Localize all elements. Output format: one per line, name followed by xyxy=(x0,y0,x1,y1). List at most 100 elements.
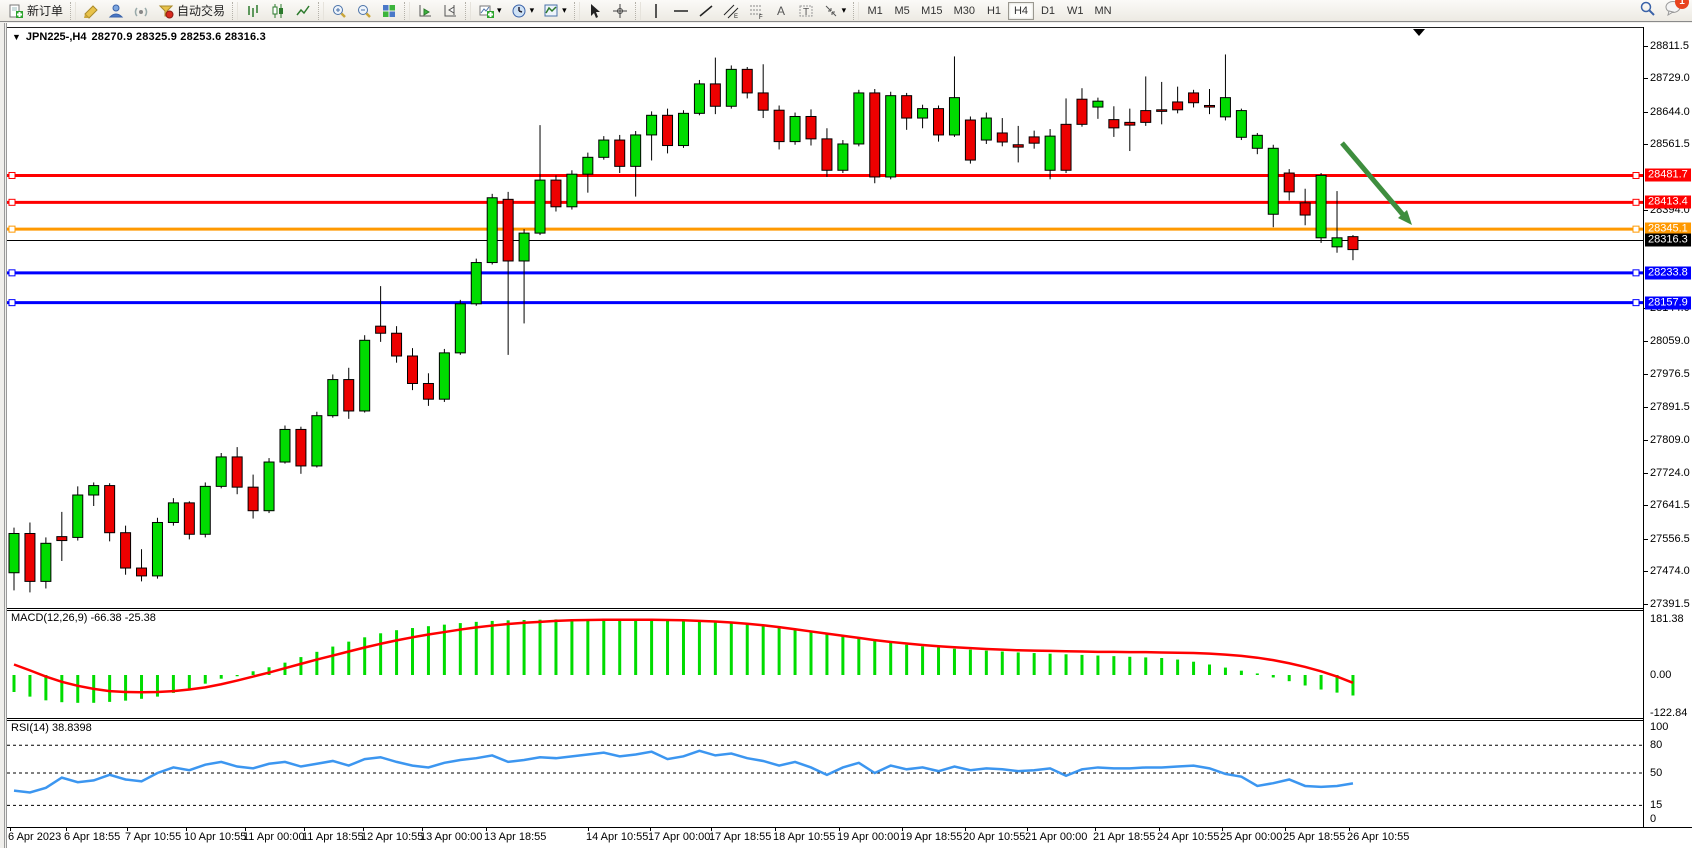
timeframe-w1-button[interactable]: W1 xyxy=(1062,2,1089,20)
signals-icon xyxy=(133,3,149,19)
auto-scroll-button[interactable] xyxy=(413,1,437,21)
price-tick-mark xyxy=(1643,407,1648,408)
time-axis-line xyxy=(7,827,1692,828)
vertical-line-button[interactable] xyxy=(644,1,668,21)
trendline-button[interactable] xyxy=(694,1,718,21)
periods-button[interactable]: ▾ xyxy=(507,1,539,21)
rsi-axis-label: 50 xyxy=(1650,767,1662,779)
new-order-button[interactable]: 新订单 xyxy=(4,1,67,21)
timeframe-d1-button[interactable]: D1 xyxy=(1035,2,1061,20)
macd-axis-label: 0.00 xyxy=(1650,669,1671,681)
timeframe-m1-button[interactable]: M1 xyxy=(862,2,888,20)
price-tick-label: 27809.0 xyxy=(1650,434,1690,446)
level-price-tag: 28316.3 xyxy=(1645,234,1691,247)
price-tick-mark xyxy=(1643,473,1648,474)
price-tick-label: 27641.5 xyxy=(1650,499,1690,511)
timeframe-mn-button[interactable]: MN xyxy=(1089,2,1116,20)
svg-text:T: T xyxy=(803,7,809,18)
macd-pane[interactable] xyxy=(7,610,1643,718)
price-tick-mark xyxy=(1643,440,1648,441)
price-tick-label: 28729.0 xyxy=(1650,72,1690,84)
level-price-tag: 28413.4 xyxy=(1645,196,1691,209)
label-button[interactable]: T xyxy=(794,1,818,21)
chart-shift-icon xyxy=(442,3,458,19)
chart-shift-button[interactable] xyxy=(438,1,462,21)
line-chart-icon xyxy=(295,3,311,19)
timeframe-toolbar: M1M5M15M30H1H4D1W1MN xyxy=(862,2,1116,20)
bar-chart-icon xyxy=(245,3,261,19)
label-icon: T xyxy=(798,3,814,19)
time-axis-label: 20 Apr 10:55 xyxy=(963,831,1025,843)
fibonacci-button[interactable]: F xyxy=(744,1,768,21)
tile-windows-button[interactable] xyxy=(377,1,401,21)
price-tick-mark xyxy=(1643,539,1648,540)
signals-button[interactable] xyxy=(129,1,153,21)
chat-unread-badge: 1 xyxy=(1675,0,1689,9)
time-axis-label: 11 Apr 18:55 xyxy=(302,831,364,843)
text-button[interactable]: A xyxy=(769,1,793,21)
price-tick-label: 27391.5 xyxy=(1650,598,1690,610)
zoom-out-button[interactable] xyxy=(352,1,376,21)
line-chart-button[interactable] xyxy=(291,1,315,21)
horizontal-line-button[interactable] xyxy=(669,1,693,21)
timeframe-h4-button[interactable]: H4 xyxy=(1008,2,1034,20)
autotrade-button[interactable]: 自动交易 xyxy=(154,1,229,21)
crosshair-button[interactable] xyxy=(608,1,632,21)
arrows-button[interactable]: ▾ xyxy=(819,1,851,21)
toolbar-separator xyxy=(70,2,76,20)
time-axis-label: 18 Apr 10:55 xyxy=(773,831,835,843)
price-tick-label: 27474.0 xyxy=(1650,565,1690,577)
templates-icon xyxy=(543,3,559,19)
time-axis-label: 6 Apr 18:55 xyxy=(64,831,120,843)
price-tick-label: 28811.5 xyxy=(1650,40,1689,52)
time-axis-label: 10 Apr 10:55 xyxy=(184,831,246,843)
symbol-dropdown-icon[interactable]: ▼ xyxy=(12,32,21,42)
toolbar-separator xyxy=(635,2,641,20)
time-axis-label: 19 Apr 00:00 xyxy=(837,831,899,843)
price-tick-mark xyxy=(1643,46,1648,47)
templates-button[interactable]: ▾ xyxy=(539,1,571,21)
time-axis-label: 11 Apr 00:00 xyxy=(243,831,305,843)
time-axis-label: 12 Apr 10:55 xyxy=(361,831,423,843)
chart-title: ▼ JPN225-,H4 28270.9 28325.9 28253.6 283… xyxy=(12,31,266,43)
search-icon[interactable] xyxy=(1639,0,1656,22)
cursor-icon xyxy=(587,3,603,19)
candle-chart-icon xyxy=(270,3,286,19)
timeframe-h1-button[interactable]: H1 xyxy=(981,2,1007,20)
channel-button[interactable]: E xyxy=(719,1,743,21)
rsi-axis-label: 0 xyxy=(1650,813,1656,825)
time-axis-label: 21 Apr 18:55 xyxy=(1093,831,1155,843)
toolbar-separator xyxy=(465,2,471,20)
candle-chart-button[interactable] xyxy=(266,1,290,21)
time-axis-label: 6 Apr 2023 xyxy=(8,831,61,843)
price-tick-mark xyxy=(1643,78,1648,79)
timeframe-m5-button[interactable]: M5 xyxy=(889,2,915,20)
chat-button[interactable]: 1 xyxy=(1664,0,1682,21)
level-price-tag: 28233.8 xyxy=(1645,266,1691,279)
price-tick-label: 27976.5 xyxy=(1650,368,1690,380)
rsi-pane[interactable] xyxy=(7,720,1643,827)
macd-axis-label: -122.84 xyxy=(1650,707,1687,719)
timeframe-m30-button[interactable]: M30 xyxy=(949,2,980,20)
new-order-label: 新订单 xyxy=(27,2,63,19)
chart-shift-marker-icon xyxy=(1413,29,1425,36)
zoom-in-button[interactable] xyxy=(327,1,351,21)
autotrade-label: 自动交易 xyxy=(177,2,225,19)
styler-button[interactable] xyxy=(79,1,103,21)
bar-chart-button[interactable] xyxy=(241,1,265,21)
rsi-label: RSI(14) 38.8398 xyxy=(11,722,92,734)
main-toolbar: 新订单 自动交易 ▾ ▾ xyxy=(0,0,1692,22)
periods-icon xyxy=(511,3,527,19)
main-chart-pane[interactable] xyxy=(7,27,1643,608)
cursor-button[interactable] xyxy=(583,1,607,21)
new-chart-button[interactable]: ▾ xyxy=(474,1,506,21)
auto-scroll-icon xyxy=(417,3,433,19)
timeframe-m15-button[interactable]: M15 xyxy=(916,2,947,20)
chevron-down-icon: ▾ xyxy=(842,5,847,16)
chevron-down-icon: ▾ xyxy=(530,5,535,16)
time-axis-label: 13 Apr 18:55 xyxy=(484,831,546,843)
price-tick-mark xyxy=(1643,374,1648,375)
profile-button[interactable] xyxy=(104,1,128,21)
time-axis-label: 19 Apr 18:55 xyxy=(900,831,962,843)
rsi-axis-label: 100 xyxy=(1650,721,1668,733)
